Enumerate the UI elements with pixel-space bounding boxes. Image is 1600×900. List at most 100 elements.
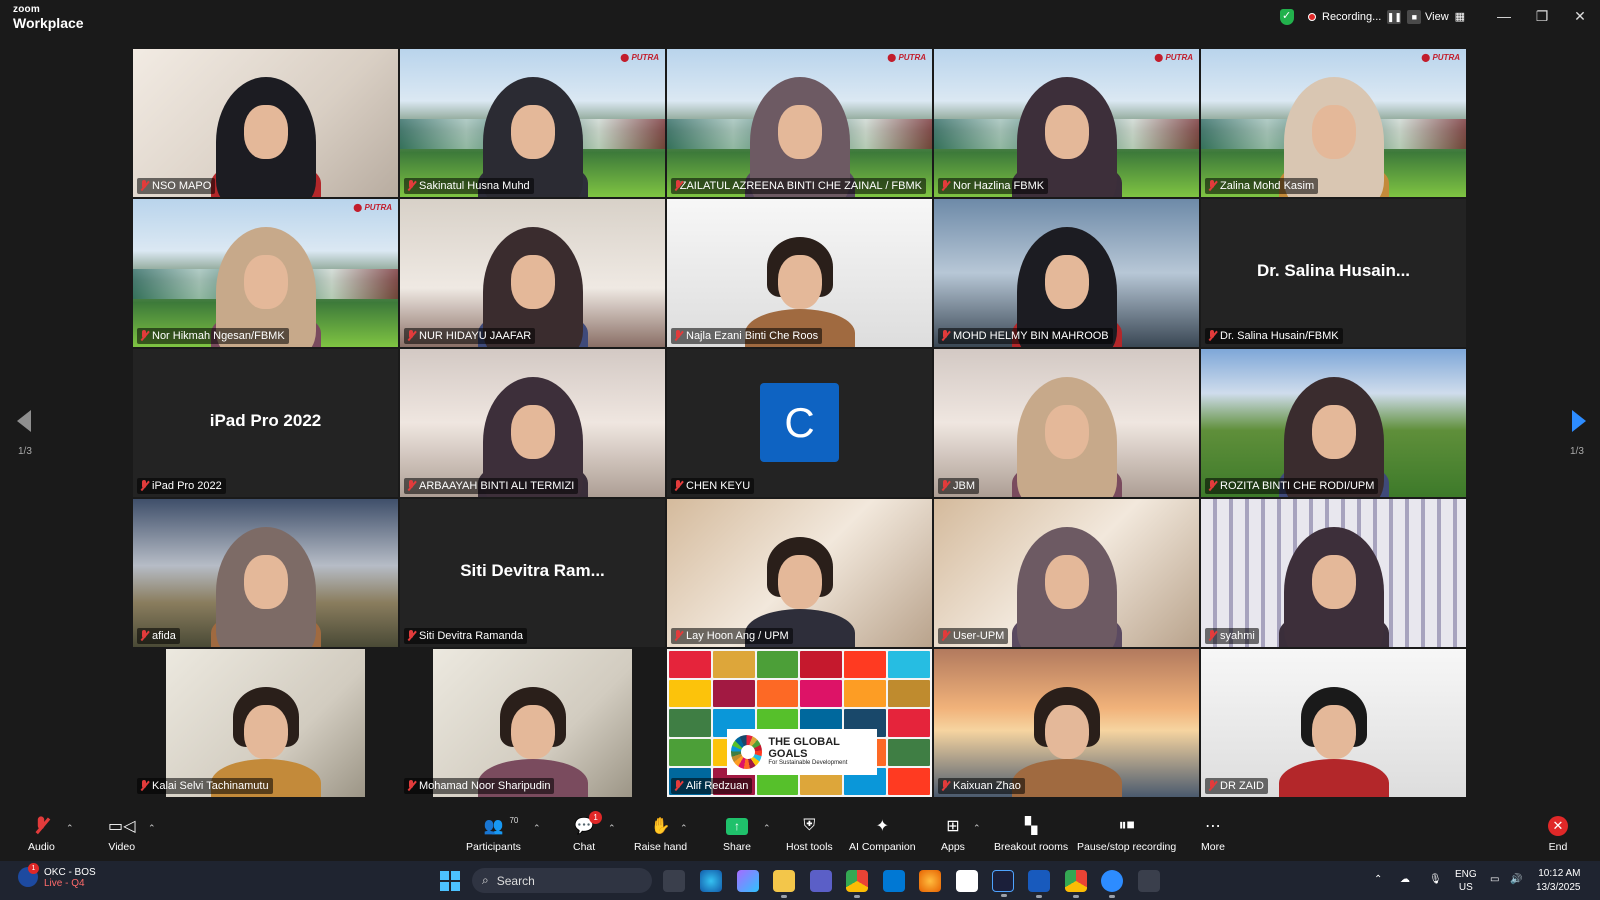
edge-icon[interactable] <box>700 870 722 892</box>
participant-silhouette <box>1011 677 1122 797</box>
view-button[interactable]: View ▦ <box>1425 10 1465 24</box>
end-meeting-button[interactable]: ✕ End <box>1548 815 1568 853</box>
video-tile[interactable]: ARBAAYAH BINTI ALI TERMIZI <box>400 349 665 497</box>
video-tile[interactable]: Kaixuan Zhao <box>934 649 1199 797</box>
amazon-icon[interactable] <box>956 870 978 892</box>
mic-muted-icon <box>139 180 149 192</box>
video-options-chevron-icon[interactable]: ⌃ <box>148 823 156 834</box>
chat-button[interactable]: 💬 1 Chat <box>573 811 603 853</box>
upm-logo-icon: ⬤ PUTRA <box>1421 53 1460 62</box>
previous-page-icon[interactable] <box>17 410 31 432</box>
video-tile[interactable]: Siti Devitra Ram... Siti Devitra Ramanda <box>400 499 665 647</box>
chat-options-chevron-icon[interactable]: ⌃ <box>608 823 616 834</box>
participant-name-tag: Alif Redzuan <box>671 778 753 794</box>
pause-stop-recording-button[interactable]: ⏸⏹ Pause/stop recording <box>1077 815 1176 853</box>
mic-muted-icon <box>1207 630 1217 642</box>
video-tile[interactable]: ROZITA BINTI CHE RODI/UPM <box>1201 349 1466 497</box>
global-goals-title: THE GLOBAL GOALS <box>768 736 840 760</box>
video-tile[interactable]: iPad Pro 2022 iPad Pro 2022 <box>133 349 398 497</box>
minimize-icon[interactable]: — <box>1494 8 1514 24</box>
raise-hand-button[interactable]: ✋ Raise hand <box>634 815 687 853</box>
copilot-icon[interactable] <box>737 870 759 892</box>
video-tile[interactable]: User-UPM <box>934 499 1199 647</box>
apps-options-chevron-icon[interactable]: ⌃ <box>973 823 981 834</box>
stop-recording-icon[interactable]: ■ <box>1407 10 1422 24</box>
snipping-tool-icon[interactable] <box>1138 870 1160 892</box>
video-tile[interactable]: syahmi <box>1201 499 1466 647</box>
microphone-icon[interactable]: 🎙 <box>1429 874 1442 885</box>
news-widget[interactable]: 1 OKC - BOS Live - Q4 <box>18 863 96 889</box>
breakout-rooms-button[interactable]: ▚ Breakout rooms <box>994 815 1068 853</box>
video-tile[interactable]: Kalai Selvi Tachinamutu <box>133 649 398 797</box>
video-tile[interactable]: ⬤ PUTRA Sakinatul Husna Muhd <box>400 49 665 197</box>
chrome-profile-icon[interactable] <box>1065 870 1087 898</box>
taskbar-clock[interactable]: 10:12 AM 13/3/2025 <box>1536 867 1581 895</box>
video-tile[interactable]: Najla Ezani Binti Che Roos <box>667 199 932 347</box>
video-tile[interactable]: Mohamad Noor Sharipudin <box>400 649 665 797</box>
participant-name-tag: Siti Devitra Ramanda <box>404 628 527 644</box>
apps-button[interactable]: ⊞ Apps <box>941 815 965 853</box>
share-button[interactable]: ↑ Share <box>723 815 751 853</box>
video-tile[interactable]: DR ZAID <box>1201 649 1466 797</box>
video-tile[interactable]: NSO MAPO <box>133 49 398 197</box>
video-tile[interactable]: Lay Hoon Ang / UPM <box>667 499 932 647</box>
audio-options-chevron-icon[interactable]: ⌃ <box>66 823 74 834</box>
sdg-goal-tile <box>756 651 799 679</box>
encryption-shield-icon[interactable] <box>1280 9 1294 25</box>
volume-icon[interactable]: 🔊 <box>1510 874 1522 885</box>
store-icon[interactable] <box>883 870 905 892</box>
tray-overflow-chevron-icon[interactable]: ⌃ <box>1374 874 1382 885</box>
video-tile[interactable]: Dr. Salina Husain... Dr. Salina Husain/FB… <box>1201 199 1466 347</box>
taskbar-search[interactable]: ⌕ Search <box>472 868 652 893</box>
restore-icon[interactable]: ❐ <box>1532 8 1552 25</box>
video-tile[interactable]: MOHD HELMY BIN MAHROOB <box>934 199 1199 347</box>
audio-button[interactable]: Audio <box>28 815 55 853</box>
more-dots-icon: ⋯ <box>1204 818 1221 835</box>
close-icon[interactable]: ✕ <box>1570 8 1590 25</box>
letterbox-bar <box>400 649 433 797</box>
pause-recording-icon[interactable]: ❚❚ <box>1387 10 1402 24</box>
video-tile[interactable]: THE GLOBAL GOALS For Sustainable Developm… <box>667 649 932 797</box>
video-tile[interactable]: ⬤ PUTRA Zalina Mohd Kasim <box>1201 49 1466 197</box>
file-explorer-icon[interactable] <box>773 870 795 898</box>
windows-start-icon[interactable] <box>440 871 460 891</box>
host-tools-button[interactable]: ⛨ Host tools <box>786 815 833 853</box>
onedrive-icon[interactable]: ☁ <box>1400 874 1410 885</box>
windows-taskbar: 1 OKC - BOS Live - Q4 ⌕ Search ⌃ ☁ 🎙 ENG… <box>0 861 1600 900</box>
video-tile[interactable]: ⬤ PUTRA Nor Hazlina FBMK <box>934 49 1199 197</box>
participant-silhouette <box>210 527 321 647</box>
video-tile[interactable]: afida <box>133 499 398 647</box>
participant-name: Alif Redzuan <box>686 780 749 792</box>
network-icon[interactable]: ▭ <box>1490 874 1499 885</box>
mic-muted-icon <box>673 180 680 192</box>
raise-hand-options-chevron-icon[interactable]: ⌃ <box>680 823 688 834</box>
video-tile[interactable]: C CHEN KEYU <box>667 349 932 497</box>
participants-options-chevron-icon[interactable]: ⌃ <box>533 823 541 834</box>
task-view-icon[interactable] <box>663 870 685 892</box>
sdg-wheel-icon <box>731 735 763 769</box>
participant-name-tag: ARBAAYAH BINTI ALI TERMIZI <box>404 478 579 494</box>
word-icon[interactable] <box>1028 870 1050 898</box>
breakout-rooms-icon: ▚ <box>1024 818 1038 835</box>
teams-icon[interactable] <box>810 870 832 892</box>
more-button[interactable]: ⋯ More <box>1201 815 1225 853</box>
ai-companion-button[interactable]: ✦ AI Companion <box>849 815 916 853</box>
participant-silhouette <box>210 77 321 197</box>
app-w-icon[interactable] <box>992 870 1014 897</box>
video-tile[interactable]: ⬤ PUTRA ZAILATUL AZREENA BINTI CHE ZAINAL… <box>667 49 932 197</box>
participants-button[interactable]: 👥 70 Participants <box>466 815 521 853</box>
next-page-icon[interactable] <box>1572 410 1586 432</box>
participant-silhouette <box>1278 527 1389 647</box>
video-tile[interactable]: NUR HIDAYU JAAFAR <box>400 199 665 347</box>
apps-label: Apps <box>941 841 965 853</box>
language-indicator[interactable]: ENG US <box>1455 868 1477 894</box>
share-options-chevron-icon[interactable]: ⌃ <box>763 823 771 834</box>
chrome-icon[interactable] <box>846 870 868 898</box>
face <box>243 705 288 759</box>
video-tile[interactable]: JBM <box>934 349 1199 497</box>
zoom-app-icon[interactable] <box>1101 870 1123 898</box>
video-button[interactable]: ▭◁ Video <box>108 815 135 853</box>
firefox-icon[interactable] <box>919 870 941 892</box>
mic-muted-icon <box>940 630 950 642</box>
video-tile[interactable]: ⬤ PUTRA Nor Hikmah Ngesan/FBMK <box>133 199 398 347</box>
